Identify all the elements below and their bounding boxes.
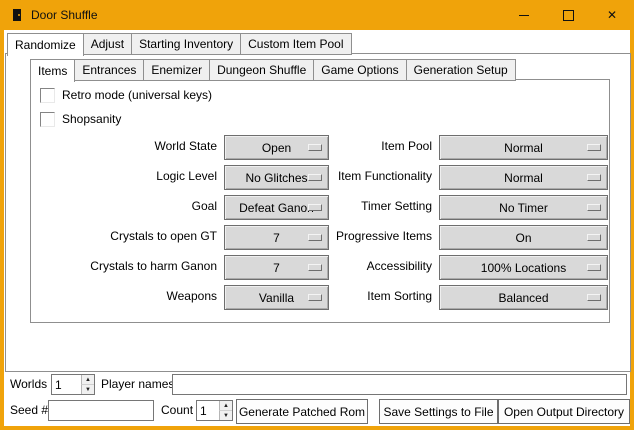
minimize-button[interactable] — [502, 0, 546, 30]
open-output-directory-button[interactable]: Open Output Directory — [498, 399, 630, 424]
item-functionality-label: Item Functionality — [246, 165, 432, 188]
timer-setting-value: No Timer — [499, 201, 548, 215]
window-title: Door Shuffle — [31, 8, 98, 22]
close-button[interactable]: ✕ — [590, 0, 634, 30]
dropdown-indicator-icon — [587, 294, 601, 301]
tab-starting-inventory[interactable]: Starting Inventory — [131, 33, 241, 55]
retro-mode-row: Retro mode (universal keys) — [40, 88, 212, 102]
count-spinner-arrows: ▲ ▼ — [219, 401, 232, 420]
goal-label: Goal — [31, 195, 217, 218]
form-row: Logic Level No Glitches Item Functionali… — [31, 165, 609, 188]
tab-generation-setup[interactable]: Generation Setup — [406, 59, 516, 81]
client-area: Randomize Adjust Starting Inventory Cust… — [4, 30, 630, 426]
worlds-spinner[interactable]: ▲ ▼ — [51, 374, 95, 395]
dropdown-indicator-icon — [587, 144, 601, 151]
maximize-icon — [563, 10, 574, 21]
shopsanity-row: Shopsanity — [40, 112, 121, 126]
tab-game-options[interactable]: Game Options — [313, 59, 406, 81]
progressive-items-dropdown[interactable]: On — [439, 225, 608, 250]
timer-setting-label: Timer Setting — [246, 195, 432, 218]
world-state-label: World State — [31, 135, 217, 158]
seed-label: Seed # — [10, 400, 48, 421]
item-sorting-label: Item Sorting — [246, 285, 432, 308]
item-pool-label: Item Pool — [246, 135, 432, 158]
progressive-items-value: On — [515, 231, 531, 245]
seed-input[interactable] — [48, 400, 154, 421]
close-icon: ✕ — [607, 9, 617, 21]
item-pool-dropdown[interactable]: Normal — [439, 135, 608, 160]
window: Door Shuffle ✕ Randomize Adjust Starting… — [0, 0, 634, 430]
tab-custom-item-pool[interactable]: Custom Item Pool — [240, 33, 351, 55]
maximize-button[interactable] — [546, 0, 590, 30]
spinner-up-icon[interactable]: ▲ — [81, 375, 94, 385]
tab-adjust[interactable]: Adjust — [83, 33, 132, 55]
crystals-open-gt-label: Crystals to open GT — [31, 225, 217, 248]
timer-setting-dropdown[interactable]: No Timer — [439, 195, 608, 220]
titlebar[interactable]: Door Shuffle ✕ — [0, 0, 634, 30]
crystals-harm-ganon-label: Crystals to harm Ganon — [31, 255, 217, 278]
items-panel: Retro mode (universal keys) Shopsanity W… — [30, 79, 610, 323]
progressive-items-label: Progressive Items — [246, 225, 432, 248]
worlds-input[interactable] — [52, 375, 81, 394]
tab-dungeon-shuffle[interactable]: Dungeon Shuffle — [209, 59, 314, 81]
form-row: Crystals to open GT 7 Progressive Items … — [31, 225, 609, 248]
minimize-icon — [519, 15, 529, 16]
player-names-label: Player names — [101, 374, 174, 395]
window-controls: ✕ — [502, 0, 634, 30]
inner-tab-bar: Items Entrances Enemizer Dungeon Shuffle… — [30, 59, 515, 81]
item-sorting-value: Balanced — [498, 291, 548, 305]
spinner-down-icon[interactable]: ▼ — [81, 385, 94, 394]
shopsanity-checkbox[interactable] — [40, 112, 55, 127]
player-names-input[interactable] — [172, 374, 627, 395]
accessibility-dropdown[interactable]: 100% Locations — [439, 255, 608, 280]
dropdown-indicator-icon — [587, 204, 601, 211]
tab-enemizer[interactable]: Enemizer — [143, 59, 210, 81]
item-sorting-dropdown[interactable]: Balanced — [439, 285, 608, 310]
retro-mode-label: Retro mode (universal keys) — [62, 88, 212, 102]
accessibility-value: 100% Locations — [481, 261, 566, 275]
save-settings-button[interactable]: Save Settings to File — [379, 399, 498, 424]
form-row: Crystals to harm Ganon 7 Accessibility 1… — [31, 255, 609, 278]
count-spinner[interactable]: ▲ ▼ — [196, 400, 233, 421]
count-label: Count — [161, 400, 193, 421]
spinner-down-icon[interactable]: ▼ — [219, 411, 232, 420]
form-row: Weapons Vanilla Item Sorting Balanced — [31, 285, 609, 308]
outer-tab-bar: Randomize Adjust Starting Inventory Cust… — [7, 33, 351, 55]
worlds-label: Worlds — [10, 374, 47, 395]
spinner-up-icon[interactable]: ▲ — [219, 401, 232, 411]
item-pool-value: Normal — [504, 141, 543, 155]
shopsanity-label: Shopsanity — [62, 112, 121, 126]
item-functionality-dropdown[interactable]: Normal — [439, 165, 608, 190]
tab-entrances[interactable]: Entrances — [74, 59, 144, 81]
generate-patched-rom-button[interactable]: Generate Patched Rom — [236, 399, 368, 424]
count-input[interactable] — [197, 401, 219, 420]
logic-level-label: Logic Level — [31, 165, 217, 188]
weapons-label: Weapons — [31, 285, 217, 308]
dropdown-indicator-icon — [587, 264, 601, 271]
app-icon — [10, 8, 24, 22]
form-row: World State Open Item Pool Normal — [31, 135, 609, 158]
form-row: Goal Defeat Ganon Timer Setting No Timer — [31, 195, 609, 218]
tab-items[interactable]: Items — [30, 59, 75, 82]
item-functionality-value: Normal — [504, 171, 543, 185]
randomize-panel: Items Entrances Enemizer Dungeon Shuffle… — [5, 53, 631, 372]
dropdown-indicator-icon — [587, 174, 601, 181]
worlds-spinner-arrows: ▲ ▼ — [81, 375, 94, 394]
retro-mode-checkbox[interactable] — [40, 88, 55, 103]
dropdown-indicator-icon — [587, 234, 601, 241]
accessibility-label: Accessibility — [246, 255, 432, 278]
tab-randomize[interactable]: Randomize — [7, 33, 84, 56]
